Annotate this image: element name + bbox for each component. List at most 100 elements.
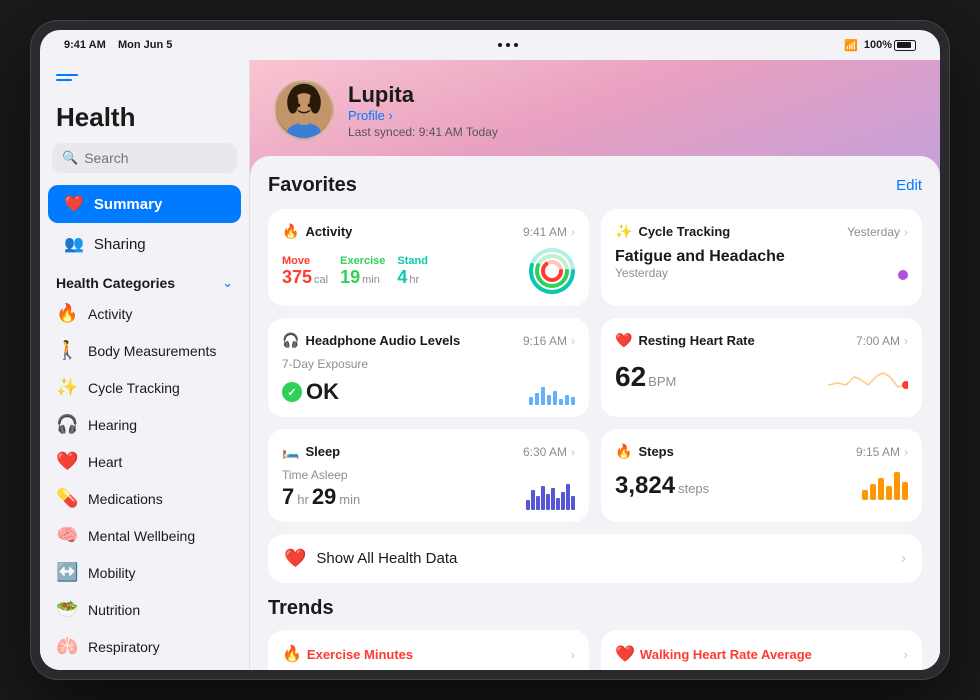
steps-bars — [862, 468, 908, 500]
category-medications[interactable]: 💊 Medications — [40, 480, 249, 517]
sidebar-item-summary[interactable]: ❤️ Summary — [48, 185, 241, 223]
heart-rate-chart — [828, 357, 908, 393]
category-activity[interactable]: 🔥 Activity — [40, 295, 249, 332]
sidebar-toggle-button[interactable] — [56, 74, 78, 92]
trend-heart-title-row: ❤️ Walking Heart Rate Average › — [615, 644, 908, 664]
cycle-time: Yesterday — [847, 225, 900, 239]
nutrition-icon: 🥗 — [56, 599, 78, 620]
chevron-down-icon[interactable]: ⌄ — [222, 275, 233, 291]
sidebar-header — [40, 74, 249, 102]
hearing-icon: 🎧 — [56, 414, 78, 435]
category-label: Body Measurements — [88, 343, 216, 359]
trend-exercise-minutes[interactable]: 🔥 Exercise Minutes › — [268, 630, 589, 670]
sidebar-item-sharing[interactable]: 👥 Sharing — [48, 225, 241, 263]
cycle-card-header: ✨ Cycle Tracking Yesterday › — [615, 223, 908, 240]
sleep-chevron-icon: › — [571, 445, 575, 459]
summary-icon: ❤️ — [64, 194, 84, 214]
stand-stat: Stand 4 hr — [397, 255, 428, 288]
category-mobility[interactable]: ↔️ Mobility — [40, 554, 249, 591]
exercise-value: 19 — [340, 267, 360, 288]
activity-card-title: Activity — [305, 224, 352, 239]
mobility-icon: ↔️ — [56, 562, 78, 583]
category-label: Activity — [88, 306, 132, 322]
sleep-hours: 7 — [282, 484, 294, 510]
status-date: Mon Jun 5 — [118, 39, 172, 51]
headphone-chevron-icon: › — [571, 334, 575, 348]
avatar — [274, 80, 334, 140]
medications-icon: 💊 — [56, 488, 78, 509]
sleep-card[interactable]: 🛏️ Sleep 6:30 AM › Time Aslee — [268, 429, 589, 522]
sleep-bar-7 — [556, 498, 560, 510]
activity-stats: Move 375 cal Exercise — [282, 248, 575, 294]
sleep-hr-label: hr — [297, 492, 309, 507]
category-hearing[interactable]: 🎧 Hearing — [40, 406, 249, 443]
steps-time: 9:15 AM — [856, 445, 900, 459]
activity-icon: 🔥 — [56, 303, 78, 324]
trends-section: Trends 🔥 Exercise Minutes › — [268, 597, 922, 670]
sleep-card-icon: 🛏️ — [282, 443, 299, 460]
trend-heart-icon: ❤️ — [615, 644, 635, 664]
profile-sync: Last synced: 9:41 AM Today — [348, 125, 498, 139]
show-all-chevron-icon: › — [901, 550, 906, 567]
steps-bar-5 — [894, 472, 900, 500]
app-title: Health — [40, 102, 249, 143]
show-all-heart-icon: ❤️ — [284, 548, 306, 569]
steps-bar-6 — [902, 482, 908, 500]
toggle-line-2 — [56, 79, 72, 81]
category-sleep[interactable]: 🛏️ Sleep — [40, 665, 249, 670]
category-respiratory[interactable]: 🫁 Respiratory — [40, 628, 249, 665]
edit-button[interactable]: Edit — [896, 177, 922, 194]
sleep-bar-6 — [551, 488, 555, 510]
activity-stat-group: Move 375 cal Exercise — [282, 255, 428, 288]
respiratory-icon: 🫁 — [56, 636, 78, 657]
category-body-measurements[interactable]: 🚶 Body Measurements — [40, 332, 249, 369]
sidebar-item-label: Sharing — [94, 236, 146, 253]
headphone-card-header: 🎧 Headphone Audio Levels 9:16 AM › — [282, 332, 575, 349]
show-all-health-row[interactable]: ❤️ Show All Health Data › — [268, 534, 922, 583]
cycle-title-row: ✨ Cycle Tracking — [615, 223, 730, 240]
steps-unit: steps — [678, 481, 709, 496]
steps-bar-4 — [886, 486, 892, 500]
activity-rings — [529, 248, 575, 294]
profile-link[interactable]: Profile › — [348, 108, 498, 123]
headphone-card[interactable]: 🎧 Headphone Audio Levels 9:16 AM › 7-Day… — [268, 318, 589, 417]
battery-percent: 100% — [864, 39, 892, 51]
category-cycle-tracking[interactable]: ✨ Cycle Tracking — [40, 369, 249, 406]
heart-rate-card[interactable]: ❤️ Resting Heart Rate 7:00 AM › — [601, 318, 922, 417]
search-input[interactable] — [84, 150, 250, 166]
sleep-bar-1 — [526, 500, 530, 510]
steps-bar-1 — [862, 490, 868, 500]
headphone-mini-bars — [529, 375, 575, 405]
dot-2 — [506, 43, 510, 47]
activity-chevron-icon: › — [571, 225, 575, 239]
sleep-card-title: Sleep — [305, 444, 340, 459]
steps-card[interactable]: 🔥 Steps 9:15 AM › — [601, 429, 922, 522]
trend-walking-heart-rate[interactable]: ❤️ Walking Heart Rate Average › — [601, 630, 922, 670]
stand-value: 4 — [397, 267, 407, 288]
cycle-tracking-card[interactable]: ✨ Cycle Tracking Yesterday › Fatigue and… — [601, 209, 922, 306]
sleep-minutes: 29 — [312, 484, 336, 510]
health-categories-header: Health Categories ⌄ — [40, 265, 249, 295]
category-mental-wellbeing[interactable]: 🧠 Mental Wellbeing — [40, 517, 249, 554]
headphone-title-row: 🎧 Headphone Audio Levels — [282, 332, 460, 349]
category-label: Nutrition — [88, 602, 140, 618]
activity-card[interactable]: 🔥 Activity 9:41 AM › — [268, 209, 589, 306]
favorites-grid: 🔥 Activity 9:41 AM › — [268, 209, 922, 522]
category-nutrition[interactable]: 🥗 Nutrition — [40, 591, 249, 628]
battery-indicator: 100% — [864, 39, 916, 51]
headphone-content: 7-Day Exposure ✓ OK — [282, 357, 575, 405]
steps-card-title: Steps — [638, 444, 673, 459]
ipad-frame: 9:41 AM Mon Jun 5 📶 100% — [30, 20, 950, 680]
exercise-unit: min — [362, 274, 380, 286]
heart-rate-card-icon: ❤️ — [615, 332, 632, 349]
activity-time: 9:41 AM — [523, 225, 567, 239]
status-time-date: 9:41 AM Mon Jun 5 — [64, 39, 172, 51]
headphone-card-icon: 🎧 — [282, 332, 299, 349]
bar-1 — [529, 397, 533, 405]
steps-bar-3 — [878, 478, 884, 500]
search-bar[interactable]: 🔍 🎙️ — [52, 143, 237, 173]
app-content: Health 🔍 🎙️ ❤️ Summary 👥 Sharing — [40, 60, 940, 670]
sleep-bar-8 — [561, 492, 565, 510]
ok-text: OK — [306, 379, 339, 405]
category-heart[interactable]: ❤️ Heart — [40, 443, 249, 480]
